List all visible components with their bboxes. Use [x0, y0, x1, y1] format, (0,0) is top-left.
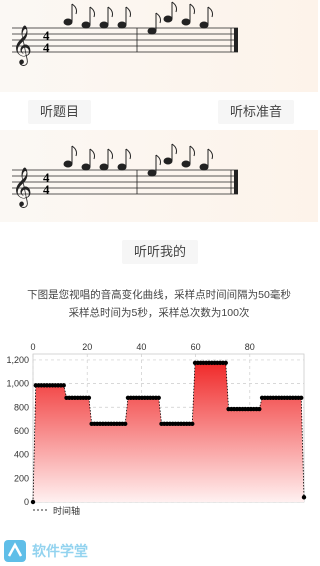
listen-standard-button[interactable]: 听标准音 — [218, 100, 295, 124]
data-point — [123, 421, 128, 427]
x-tick-label: 0 — [30, 342, 35, 352]
data-point — [299, 395, 304, 401]
staff-notation-question: 𝄞 4 4 — [12, 1, 238, 66]
staff-notation-standard: 𝄞 4 4 — [12, 143, 238, 208]
data-point — [30, 499, 36, 505]
staff-panel-question: 𝄞 4 4 — [0, 0, 318, 92]
y-tick-label: 400 — [14, 450, 29, 460]
y-tick-label: 0 — [24, 497, 29, 507]
time-signature-bottom: 4 — [43, 40, 50, 55]
listen-mine-button[interactable]: 听听我的 — [122, 240, 199, 264]
data-point — [301, 495, 307, 500]
treble-clef: 𝄞 — [12, 167, 32, 208]
caption-line-2: 采样总时间为5秒，采样总次数为100次 — [68, 307, 250, 319]
y-tick-label: 200 — [14, 473, 29, 483]
y-tick-label: 1,000 — [6, 379, 29, 389]
x-tick-label: 60 — [191, 342, 201, 352]
data-point — [223, 360, 228, 366]
legend-label: 时间轴 — [53, 505, 80, 516]
data-point — [190, 421, 195, 427]
svg-text:软件学堂: 软件学堂 — [32, 543, 88, 560]
treble-clef: 𝄞 — [12, 25, 32, 66]
y-tick-label: 600 — [14, 426, 29, 436]
x-tick-label: 20 — [82, 342, 92, 352]
data-point — [86, 395, 92, 401]
staff-panel-standard: 𝄞 4 4 — [0, 130, 318, 222]
data-point — [156, 395, 161, 401]
chart-legend: 时间轴 — [33, 505, 80, 516]
x-tick-label: 40 — [136, 342, 146, 352]
y-tick-label: 1,200 — [6, 355, 29, 365]
y-tick-label: 800 — [14, 402, 29, 412]
caption-line-1: 下图是您视唱的音高变化曲线，采样点时间间隔为50毫秒 — [27, 289, 291, 301]
pitch-curve-chart: 0 20 40 60 80 0 200 400 600 800 1,000 1,200 时间轴 — [6, 342, 307, 516]
data-point — [61, 383, 66, 388]
listen-question-button[interactable]: 听题目 — [28, 100, 92, 124]
watermark-logo: 软件学堂 — [4, 540, 88, 562]
x-tick-label: 80 — [245, 342, 255, 352]
time-signature-bottom: 4 — [43, 182, 50, 197]
data-point — [257, 406, 262, 412]
